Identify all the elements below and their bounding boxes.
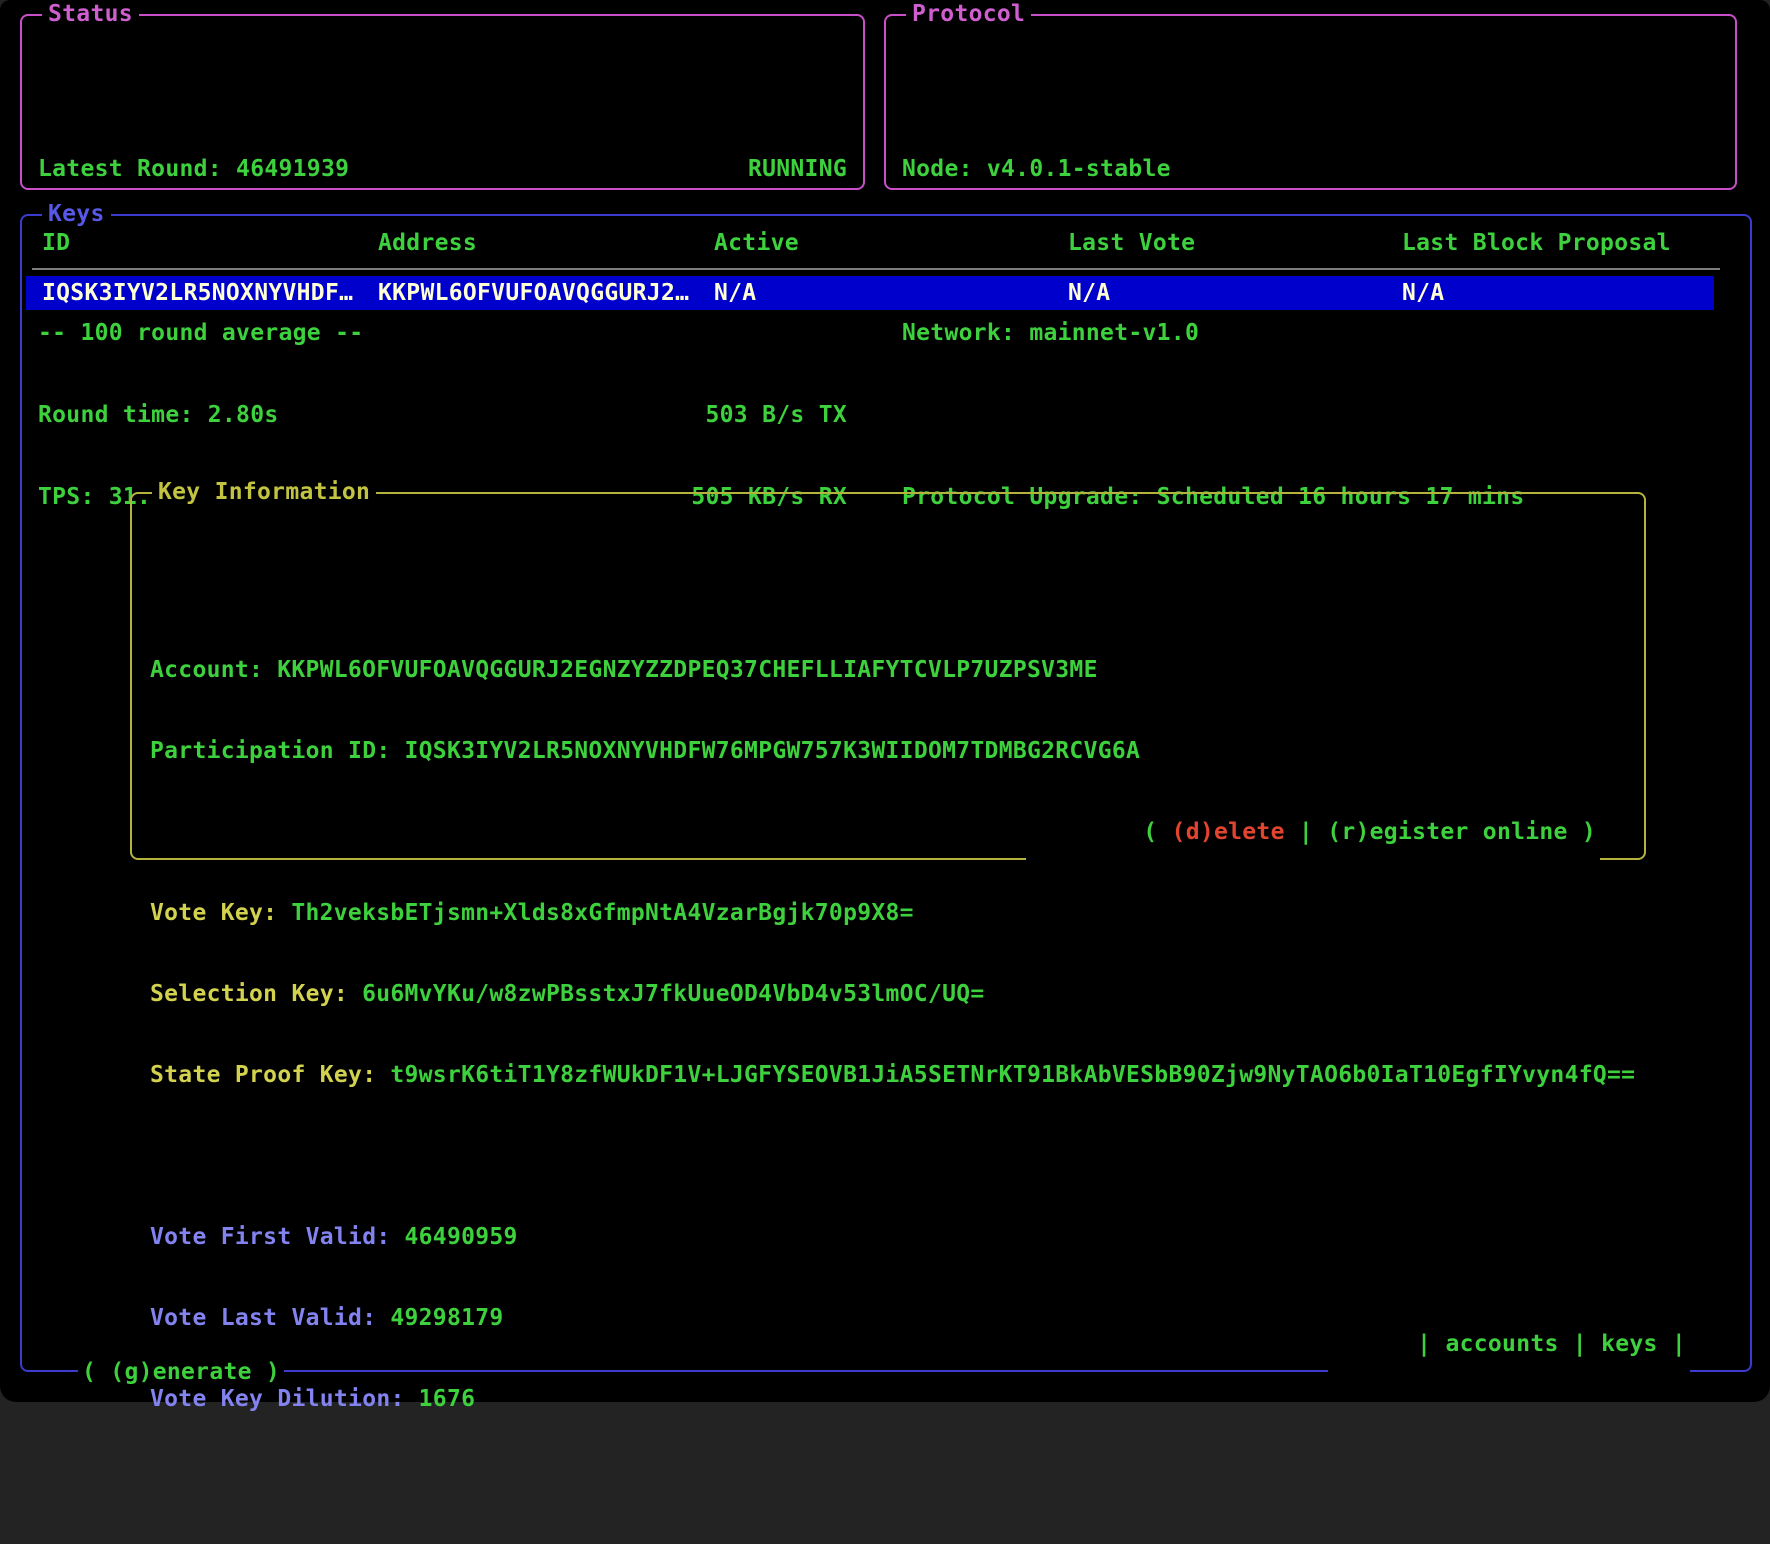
nav-separator: | [1417, 1331, 1431, 1357]
column-header-last-vote: Last Vote [1068, 228, 1402, 258]
status-line: Latest Round: 46491939 RUNNING [38, 154, 847, 184]
column-header-address: Address [378, 228, 714, 258]
keys-panel: Keys ID Address Active Last Vote Last Bl… [20, 214, 1752, 1372]
keys-table-header: ID Address Active Last Vote Last Block P… [42, 228, 1726, 258]
vote-last-valid-label: Vote Last Valid: [150, 1304, 376, 1333]
protocol-panel: Protocol Node: v4.0.1-stable Network: ma… [884, 14, 1737, 190]
column-header-last-block-proposal: Last Block Proposal [1402, 228, 1726, 258]
status-panel: Status Latest Round: 46491939 RUNNING --… [20, 14, 865, 190]
vote-first-valid-line: Vote First Valid: 46490959 [150, 1223, 1644, 1252]
participation-id-value: IQSK3IYV2LR5NOXNYVHDFW76MPGW757K3WIIDOM7… [405, 737, 1141, 766]
state-proof-key-label: State Proof Key: [150, 1061, 376, 1090]
keys-panel-title: Keys [42, 200, 111, 228]
nav-accounts-tab[interactable]: accounts [1431, 1331, 1572, 1357]
actions-close-paren: ) [1568, 819, 1596, 845]
nav-separator: | [1573, 1331, 1587, 1357]
cell-last-vote: N/A [1068, 280, 1402, 306]
participation-id-line: Participation ID: IQSK3IYV2LR5NOXNYVHDFW… [150, 737, 1644, 766]
cell-last-block-proposal: N/A [1402, 280, 1714, 306]
account-line: Account: KKPWL6OFVUFOAVQGGURJ2EGNZYZZDPE… [150, 656, 1644, 685]
terminal-window: Status Latest Round: 46491939 RUNNING --… [0, 0, 1770, 1402]
account-value: KKPWL6OFVUFOAVQGGURJ2EGNZYZZDPEQ37CHEFLL… [277, 656, 1098, 685]
selection-key-label: Selection Key: [150, 980, 348, 1009]
table-separator [32, 268, 1720, 270]
cell-active: N/A [714, 280, 1068, 306]
selection-key-line: Selection Key: 6u6MvYKu/w8zwPBsstxJ7fkUu… [150, 980, 1644, 1009]
key-actions-bar: ( (d)elete | (r)egister online ) [1026, 790, 1600, 874]
key-information-panel: Key Information Account: KKPWL6OFVUFOAVQ… [130, 492, 1646, 860]
vote-key-dilution-line: Vote Key Dilution: 1676 [150, 1385, 1644, 1414]
generate-action[interactable]: ( (g)enerate ) [78, 1358, 284, 1386]
vote-first-valid-label: Vote First Valid: [150, 1223, 391, 1252]
account-label: Account: [150, 656, 263, 685]
latest-round-text: Latest Round: 46491939 [38, 154, 349, 184]
actions-separator: | [1285, 819, 1327, 845]
delete-action[interactable]: (d)elete [1172, 819, 1285, 845]
status-panel-title: Status [42, 0, 139, 28]
protocol-panel-title: Protocol [906, 0, 1031, 28]
participation-id-label: Participation ID: [150, 737, 391, 766]
register-online-action[interactable]: (r)egister online [1327, 819, 1568, 845]
nav-separator: | [1672, 1331, 1686, 1357]
state-proof-key-value: t9wsrK6tiT1Y8zfWUkDF1V+LJGFYSEOVB1JiA5SE… [390, 1061, 1635, 1090]
vote-first-valid-value: 46490959 [405, 1223, 518, 1252]
selection-key-value: 6u6MvYKu/w8zwPBsstxJ7fkUueOD4VbD4v53lmOC… [362, 980, 984, 1009]
running-status-badge: RUNNING [748, 154, 847, 184]
node-version-text: Node: v4.0.1-stable [902, 154, 1171, 184]
vote-key-line: Vote Key: Th2veksbETjsmn+Xlds8xGfmpNtA4V… [150, 899, 1644, 928]
bottom-nav: | accounts | keys | [1328, 1302, 1690, 1386]
vote-last-valid-value: 49298179 [390, 1304, 503, 1333]
vote-key-label: Vote Key: [150, 899, 277, 928]
actions-open-paren: ( [1143, 819, 1171, 845]
vote-key-dilution-label: Vote Key Dilution: [150, 1385, 405, 1414]
column-header-active: Active [714, 228, 1068, 258]
nav-keys-tab[interactable]: keys [1587, 1331, 1672, 1357]
vote-key-value: Th2veksbETjsmn+Xlds8xGfmpNtA4VzarBgjk70p… [291, 899, 913, 928]
cell-address: KKPWL6OFVUFOAVQGGURJ2… [378, 280, 714, 306]
state-proof-key-line: State Proof Key: t9wsrK6tiT1Y8zfWUkDF1V+… [150, 1061, 1644, 1090]
blank-line [150, 1142, 1644, 1171]
cell-id: IQSK3IYV2LR5NOXNYVHDF… [42, 280, 378, 306]
vote-key-dilution-value: 1676 [419, 1385, 476, 1414]
key-information-title: Key Information [152, 478, 376, 506]
key-table-row-selected[interactable]: IQSK3IYV2LR5NOXNYVHDF… KKPWL6OFVUFOAVQGG… [26, 276, 1714, 310]
column-header-id: ID [42, 228, 378, 258]
